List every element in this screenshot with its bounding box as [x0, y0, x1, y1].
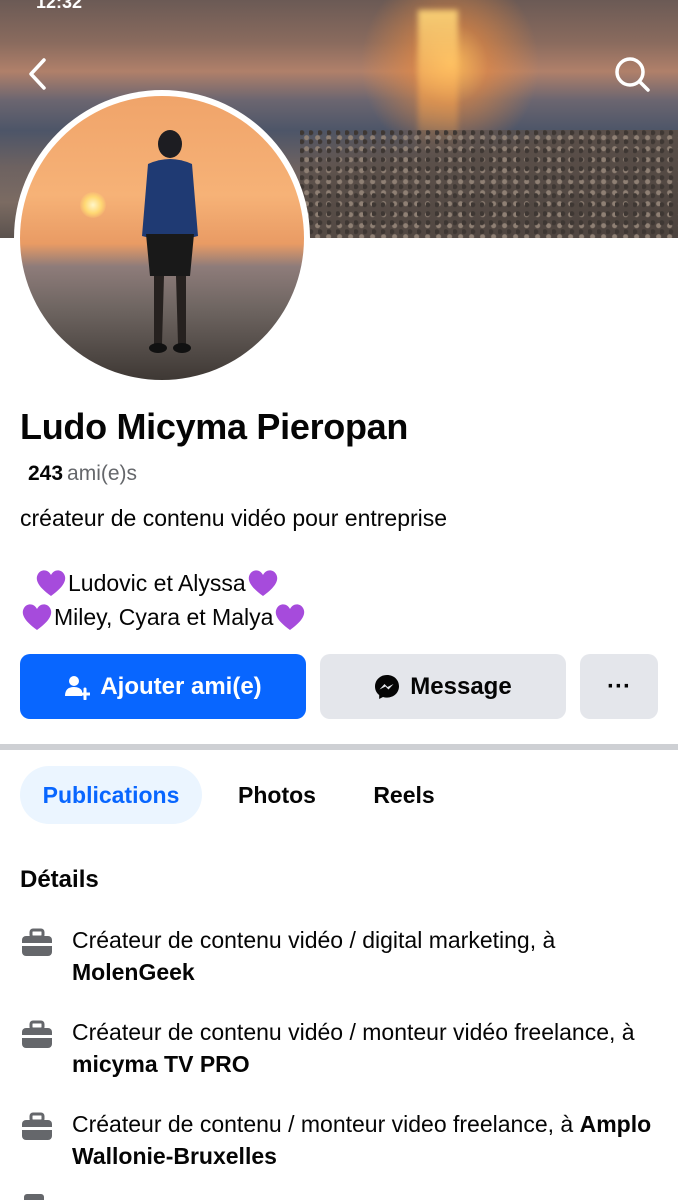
- friends-count-number: 243: [28, 462, 64, 485]
- tab-publications[interactable]: Publications: [20, 766, 202, 824]
- briefcase-icon: [22, 928, 52, 956]
- back-button[interactable]: [16, 52, 60, 96]
- message-label: Message: [410, 672, 512, 700]
- avatar-photo: [20, 96, 304, 380]
- family-line-text: Miley, Cyara et Malya: [54, 604, 274, 630]
- status-time: 12:32: [36, 0, 83, 12]
- message-button[interactable]: Message: [320, 654, 566, 719]
- tab-photos[interactable]: Photos: [224, 766, 330, 824]
- profile-avatar[interactable]: [14, 90, 310, 386]
- more-icon: ···: [607, 672, 631, 700]
- detail-prefix: Créateur de contenu vidéo / monteur vidé…: [72, 1019, 635, 1045]
- detail-text: Créateur de contenu / monteur video free…: [72, 1108, 660, 1172]
- next-detail-icon-peek: [24, 1194, 44, 1200]
- avatar-sun: [80, 192, 106, 218]
- detail-text: Créateur de contenu vidéo / digital mark…: [72, 924, 660, 988]
- family-line: Miley, Cyara et Malya: [20, 600, 307, 634]
- detail-text: Créateur de contenu vidéo / monteur vidé…: [72, 1016, 660, 1080]
- add-friend-label: Ajouter ami(e): [100, 672, 262, 700]
- purple-heart-icon: [36, 570, 66, 596]
- detail-item-work: Créateur de contenu / monteur video free…: [20, 1108, 660, 1172]
- details-heading: Détails: [20, 866, 99, 893]
- detail-org-link[interactable]: MolenGeek: [72, 959, 195, 985]
- messenger-icon: [375, 674, 400, 699]
- search-button[interactable]: [610, 52, 654, 96]
- profile-family: Ludovic et Alyssa Miley, Cyara et Malya: [20, 566, 307, 634]
- detail-item-work: Créateur de contenu vidéo / monteur vidé…: [20, 1016, 660, 1080]
- cover-pebble-beach: [300, 130, 678, 238]
- family-line: Ludovic et Alyssa: [20, 566, 307, 600]
- profile-bio: créateur de contenu vidéo pour entrepris…: [20, 505, 448, 531]
- tab-reels[interactable]: Reels: [354, 766, 454, 824]
- purple-heart-icon: [22, 604, 52, 630]
- detail-item-work: Créateur de contenu vidéo / digital mark…: [20, 924, 660, 988]
- status-bar: 12:32: [0, 0, 678, 12]
- friends-count[interactable]: 243 ami(e)s: [28, 462, 137, 486]
- friends-count-label: ami(e)s: [67, 462, 138, 485]
- purple-heart-icon: [276, 604, 305, 630]
- briefcase-icon: [22, 1112, 52, 1140]
- person-silhouette: [142, 130, 198, 353]
- family-line-text: Ludovic et Alyssa: [68, 570, 246, 596]
- briefcase-icon: [22, 1020, 52, 1048]
- detail-org-link[interactable]: micyma TV PRO: [72, 1051, 250, 1077]
- detail-prefix: Créateur de contenu vidéo / digital mark…: [72, 927, 556, 953]
- add-friend-button[interactable]: Ajouter ami(e): [20, 654, 306, 719]
- more-options-button[interactable]: ···: [580, 654, 658, 719]
- chevron-left-icon: [29, 58, 46, 90]
- search-icon: [615, 57, 650, 92]
- profile-name: Ludo Micyma Pieropan: [20, 406, 409, 447]
- purple-heart-icon: [248, 570, 277, 596]
- section-divider: [0, 744, 678, 750]
- detail-prefix: Créateur de contenu / monteur video free…: [72, 1111, 580, 1137]
- add-friend-icon: [65, 675, 91, 700]
